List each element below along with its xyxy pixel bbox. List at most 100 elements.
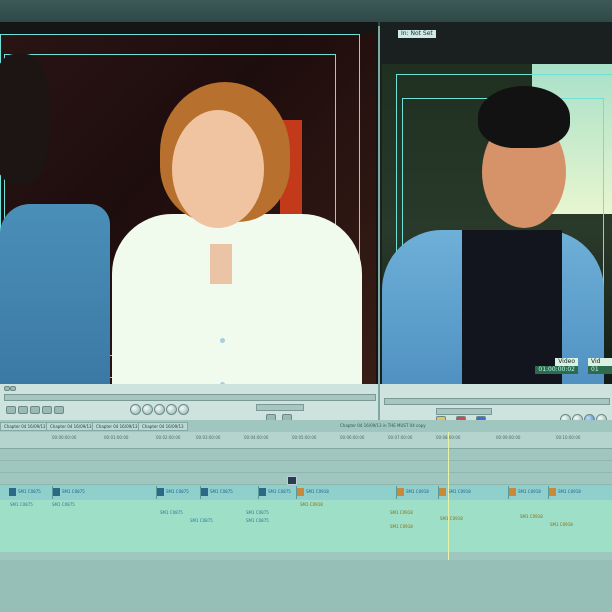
video-clip[interactable]: SM1 C0875 — [258, 486, 297, 499]
clip-name: SM1 C0875 — [18, 489, 41, 494]
video-clip[interactable]: SM1 C0918 — [296, 486, 397, 499]
audio-clip-name[interactable]: SM1 C0918 — [300, 502, 323, 507]
audio-clip-name[interactable]: SM1 C0875 — [10, 502, 33, 507]
ruler-tick: 00:04:00:00 — [244, 435, 269, 440]
video-clip[interactable]: SM1 C0875 — [52, 486, 157, 499]
track-divider — [0, 472, 612, 473]
viewer-left — [0, 22, 378, 384]
timeline-empty-area — [0, 560, 612, 612]
clip-name: SM1 C0918 — [306, 489, 329, 494]
ruler-tick: 00:01:00:00 — [104, 435, 129, 440]
viewer-left-controls — [0, 384, 378, 422]
video-clip[interactable]: SM1 C0918 — [548, 486, 612, 499]
clip-thumbnail — [9, 488, 16, 496]
viewer-right-controls — [380, 384, 612, 425]
sequence-tab[interactable]: Chapter 04 16/09/13 — [138, 422, 188, 431]
shuttle-control[interactable] — [436, 408, 492, 415]
person-left-icon — [0, 204, 110, 384]
audio-clip-name[interactable]: SM1 C0918 — [390, 510, 413, 515]
woman-face — [172, 110, 264, 228]
audio-clip-name[interactable]: SM1 C0918 — [520, 514, 543, 519]
timeline-panel: Chapter 04 16/09/13 Chapter 04 16/09/13 … — [0, 420, 612, 612]
clip-thumbnail — [157, 488, 164, 496]
clip-thumbnail — [509, 488, 516, 496]
video-clip[interactable]: SM1 C0918 — [508, 486, 549, 499]
clip-button[interactable] — [54, 406, 64, 414]
shuttle-control[interactable] — [256, 404, 304, 411]
next-frame-button[interactable] — [166, 404, 177, 415]
clip-thumbnail — [201, 488, 208, 496]
scrubber-bar[interactable] — [4, 394, 376, 401]
go-to-end-button[interactable] — [178, 404, 189, 415]
clip-name: SM1 C0918 — [448, 489, 471, 494]
timecode-display: 01:00:00:02 — [535, 366, 578, 374]
ruler-tick: 00:06:00:00 — [340, 435, 365, 440]
timecode-display-2: 01 — [588, 366, 612, 374]
audio-clip-name[interactable]: SM1 C0918 — [550, 522, 573, 527]
frame-left — [0, 34, 376, 384]
mark-in-button[interactable] — [6, 406, 16, 414]
sequence-tab[interactable]: Chapter 04 16/09/13 — [92, 422, 142, 431]
clip-thumbnail — [439, 488, 446, 496]
audio-clip-name[interactable]: SM1 C0918 — [440, 516, 463, 521]
audio-clip-name[interactable]: SM1 C0875 — [190, 518, 213, 523]
ruler-tick: 00:02:00:00 — [156, 435, 181, 440]
track-divider — [0, 460, 612, 461]
clip-name: SM1 C0875 — [268, 489, 291, 494]
person-left-head — [0, 54, 50, 184]
video-label-2: Vid — [588, 358, 612, 366]
ruler-tick: 00:05:00:00 — [292, 435, 317, 440]
go-to-start-button[interactable] — [130, 404, 141, 415]
sequence-tab[interactable]: Chapter 04 16/09/13 — [0, 422, 50, 431]
ruler-tick: 00:09:00:00 — [496, 435, 521, 440]
clip-name: SM1 C0875 — [166, 489, 189, 494]
clip-name: SM1 C0918 — [558, 489, 581, 494]
audio-clip-name[interactable]: SM1 C0875 — [246, 510, 269, 515]
woman-neck — [210, 244, 232, 284]
clip-thumbnail — [297, 488, 304, 496]
woman-icon — [112, 214, 362, 384]
clip-name: SM1 C0918 — [518, 489, 541, 494]
man-shirt — [462, 230, 562, 384]
clip-thumbnail — [53, 488, 60, 496]
time-ruler[interactable]: 00:00:00:00 00:01:00:00 00:02:00:00 00:0… — [0, 432, 612, 449]
audio-clip-name[interactable]: SM1 C0875 — [160, 510, 183, 515]
ruler-tick: 00:03:00:00 — [196, 435, 221, 440]
play-button[interactable] — [154, 404, 165, 415]
frame-right — [382, 64, 612, 384]
video-clip[interactable]: SM1 C0875 — [156, 486, 201, 499]
audio-clip-name[interactable]: SM1 C0875 — [246, 518, 269, 523]
clip-thumbnail — [259, 488, 266, 496]
audio-tracks: SM1 C0875 SM1 C0875 SM1 C0875 SM1 C0875 … — [0, 500, 612, 552]
video-clip[interactable]: SM1 C0875 — [200, 486, 259, 499]
scrubber-bar[interactable] — [384, 398, 610, 405]
mark-out-button[interactable] — [18, 406, 28, 414]
clip-name: SM1 C0875 — [210, 489, 233, 494]
sequence-tab[interactable]: Chapter 04 16/09/13 — [46, 422, 96, 431]
video-clip[interactable]: SM1 C0875 — [8, 486, 53, 499]
man-hair — [478, 86, 570, 148]
clip-name: SM1 C0875 — [62, 489, 85, 494]
clip-thumbnail — [397, 488, 404, 496]
audio-clip-name[interactable]: SM1 C0918 — [390, 524, 413, 529]
sequence-title: Chapter 04 16/09/13 in THE MUST 04 copy — [340, 423, 426, 428]
prev-frame-button[interactable] — [142, 404, 153, 415]
ruler-tick: 00:10:00:00 — [556, 435, 581, 440]
in-point-label: In: Not Set — [398, 30, 436, 38]
ruler-tick: 00:07:00:00 — [388, 435, 413, 440]
marker-button[interactable] — [30, 406, 40, 414]
shirt-button — [220, 338, 225, 343]
match-frame-button[interactable] — [42, 406, 52, 414]
track-divider — [0, 484, 612, 485]
timeline-marker[interactable] — [287, 476, 297, 485]
clip-thumbnail — [549, 488, 556, 496]
ruler-tick: 00:00:00:00 — [52, 435, 77, 440]
video-clip[interactable]: SM1 C0918 — [396, 486, 439, 499]
viewer-right: In: Not Set Video 01:00:00:02 Vid 01 — [380, 22, 612, 384]
video-track: SM1 C0875 SM1 C0875 SM1 C0875 SM1 C0875 … — [0, 486, 612, 500]
playhead[interactable] — [448, 432, 449, 572]
video-label: Video — [555, 358, 578, 366]
clip-name: SM1 C0918 — [406, 489, 429, 494]
play-marker-icon[interactable] — [10, 386, 16, 391]
audio-clip-name[interactable]: SM1 C0875 — [52, 502, 75, 507]
